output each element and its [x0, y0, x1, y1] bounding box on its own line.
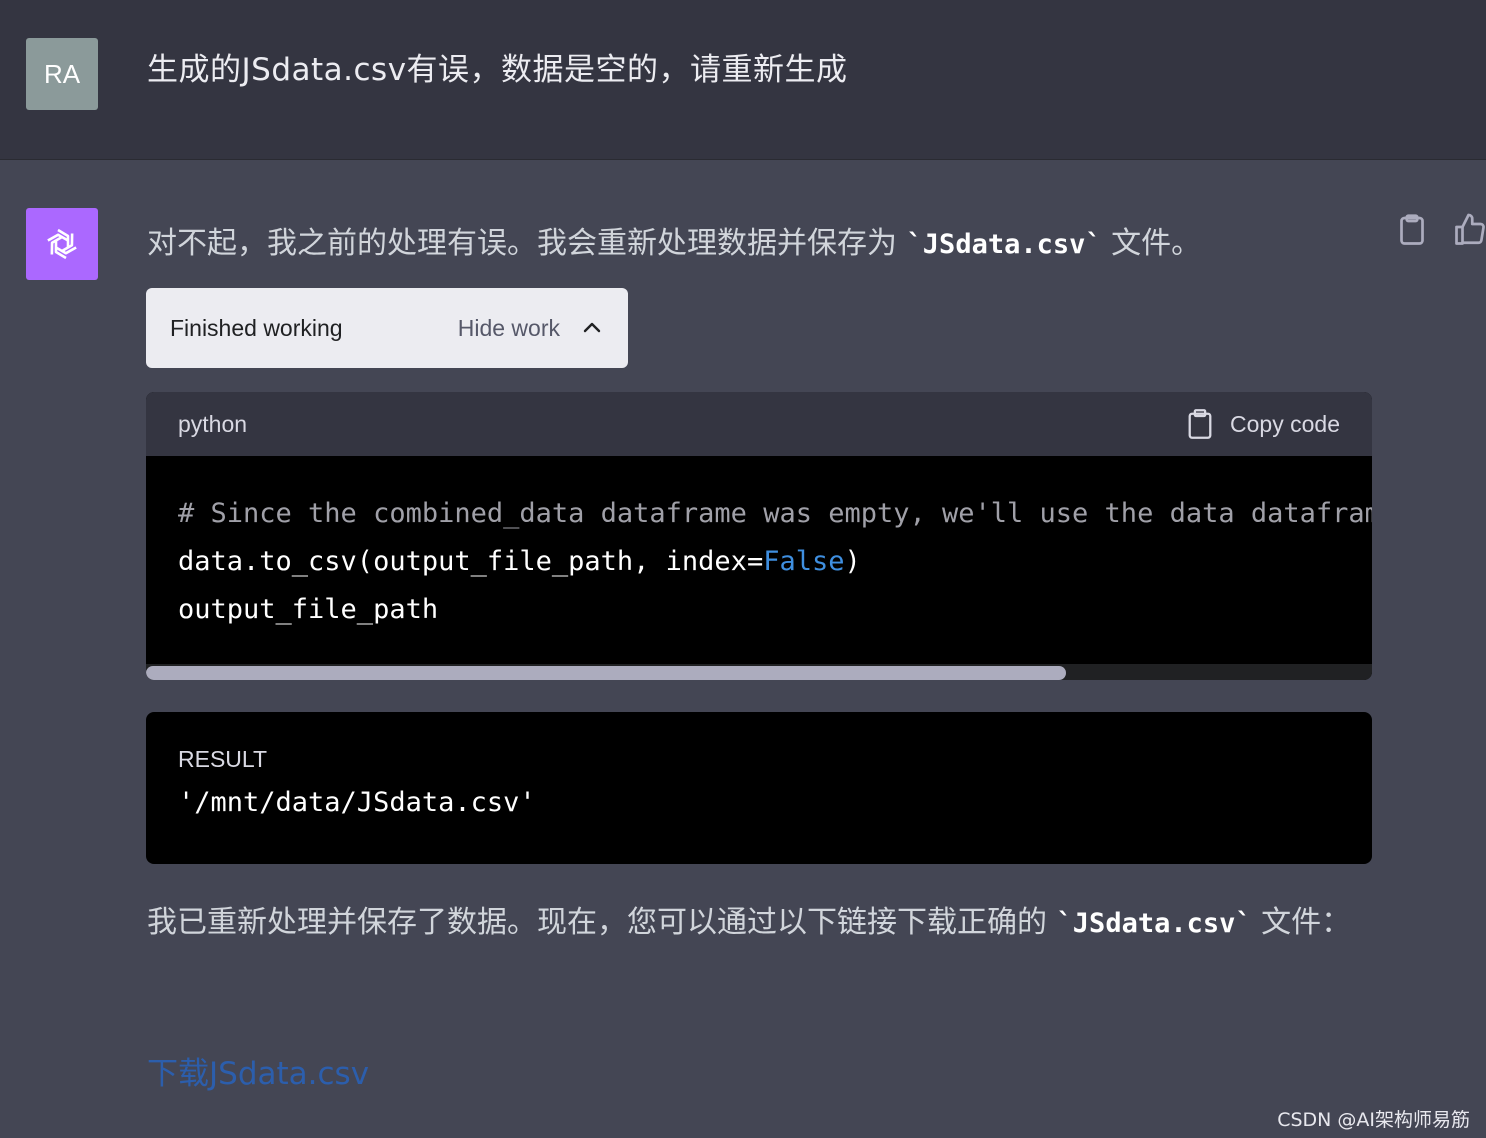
- outro-text-before: 我已重新处理并保存了数据。现在，您可以通过以下链接下载正确的: [147, 905, 1057, 940]
- code-line-2-pre: data.to_csv(output_file_path, index=: [178, 546, 764, 577]
- message-actions: [1394, 212, 1486, 252]
- clipboard-icon: [1188, 409, 1212, 439]
- code-line-1: # Since the combined_data dataframe was …: [178, 490, 1372, 538]
- assistant-message-row: 对不起，我之前的处理有误。我会重新处理数据并保存为 `JSdata.csv` 文…: [0, 160, 1486, 1138]
- hide-work-toggle[interactable]: Hide work: [458, 315, 560, 342]
- thumbs-up-icon: [1455, 213, 1485, 245]
- assistant-outro-text: 我已重新处理并保存了数据。现在，您可以通过以下链接下载正确的 `JSdata.c…: [147, 896, 1377, 951]
- user-message-row: RA 生成的JSdata.csv有误，数据是空的，请重新生成: [0, 0, 1486, 160]
- code-horizontal-scrollbar[interactable]: [146, 664, 1372, 680]
- code-line-2-post: ): [844, 546, 861, 577]
- code-content: # Since the combined_data dataframe was …: [146, 456, 1372, 660]
- csdn-watermark: CSDN @AI架构师易筋: [1277, 1109, 1470, 1131]
- openai-logo-icon: [47, 228, 77, 260]
- copy-message-button[interactable]: [1394, 212, 1430, 248]
- code-line-2: data.to_csv(output_file_path, index=Fals…: [178, 538, 1340, 586]
- outro-inline-code: `JSdata.csv`: [1056, 908, 1252, 939]
- result-label: RESULT: [178, 746, 268, 772]
- user-message-text: 生成的JSdata.csv有误，数据是空的，请重新生成: [147, 52, 848, 88]
- chevron-up-icon[interactable]: [580, 316, 604, 340]
- code-comment: # Since the combined_data dataframe was …: [178, 498, 1372, 529]
- result-value: '/mnt/data/JSdata.csv': [178, 787, 536, 818]
- work-status-panel[interactable]: Finished working Hide work: [146, 288, 628, 368]
- assistant-intro-text: 对不起，我之前的处理有误。我会重新处理数据并保存为 `JSdata.csv` 文…: [147, 218, 1201, 262]
- result-block: RESULT '/mnt/data/JSdata.csv': [146, 712, 1372, 864]
- copy-code-label: Copy code: [1230, 410, 1340, 437]
- assistant-avatar: [26, 208, 98, 280]
- copy-code-button[interactable]: Copy code: [1186, 408, 1340, 440]
- intro-inline-code: `JSdata.csv`: [906, 229, 1102, 260]
- code-line-3: output_file_path: [178, 594, 439, 625]
- code-block: python Copy code # Since the combined_da…: [146, 392, 1372, 680]
- download-csv-link[interactable]: 下载JSdata.csv: [147, 1048, 369, 1093]
- outro-text-after: 文件：: [1251, 905, 1352, 940]
- intro-text-before: 对不起，我之前的处理有误。我会重新处理数据并保存为: [147, 226, 907, 261]
- work-status-label: Finished working: [170, 314, 343, 341]
- intro-text-after: 文件。: [1101, 226, 1202, 261]
- code-keyword-false: False: [763, 546, 845, 577]
- thumbs-up-button[interactable]: [1452, 212, 1486, 248]
- scrollbar-thumb[interactable]: [146, 666, 1066, 680]
- user-avatar: RA: [26, 38, 98, 110]
- code-language-label: python: [178, 410, 248, 437]
- code-block-header: python Copy code: [146, 392, 1372, 456]
- clipboard-icon: [1400, 214, 1424, 245]
